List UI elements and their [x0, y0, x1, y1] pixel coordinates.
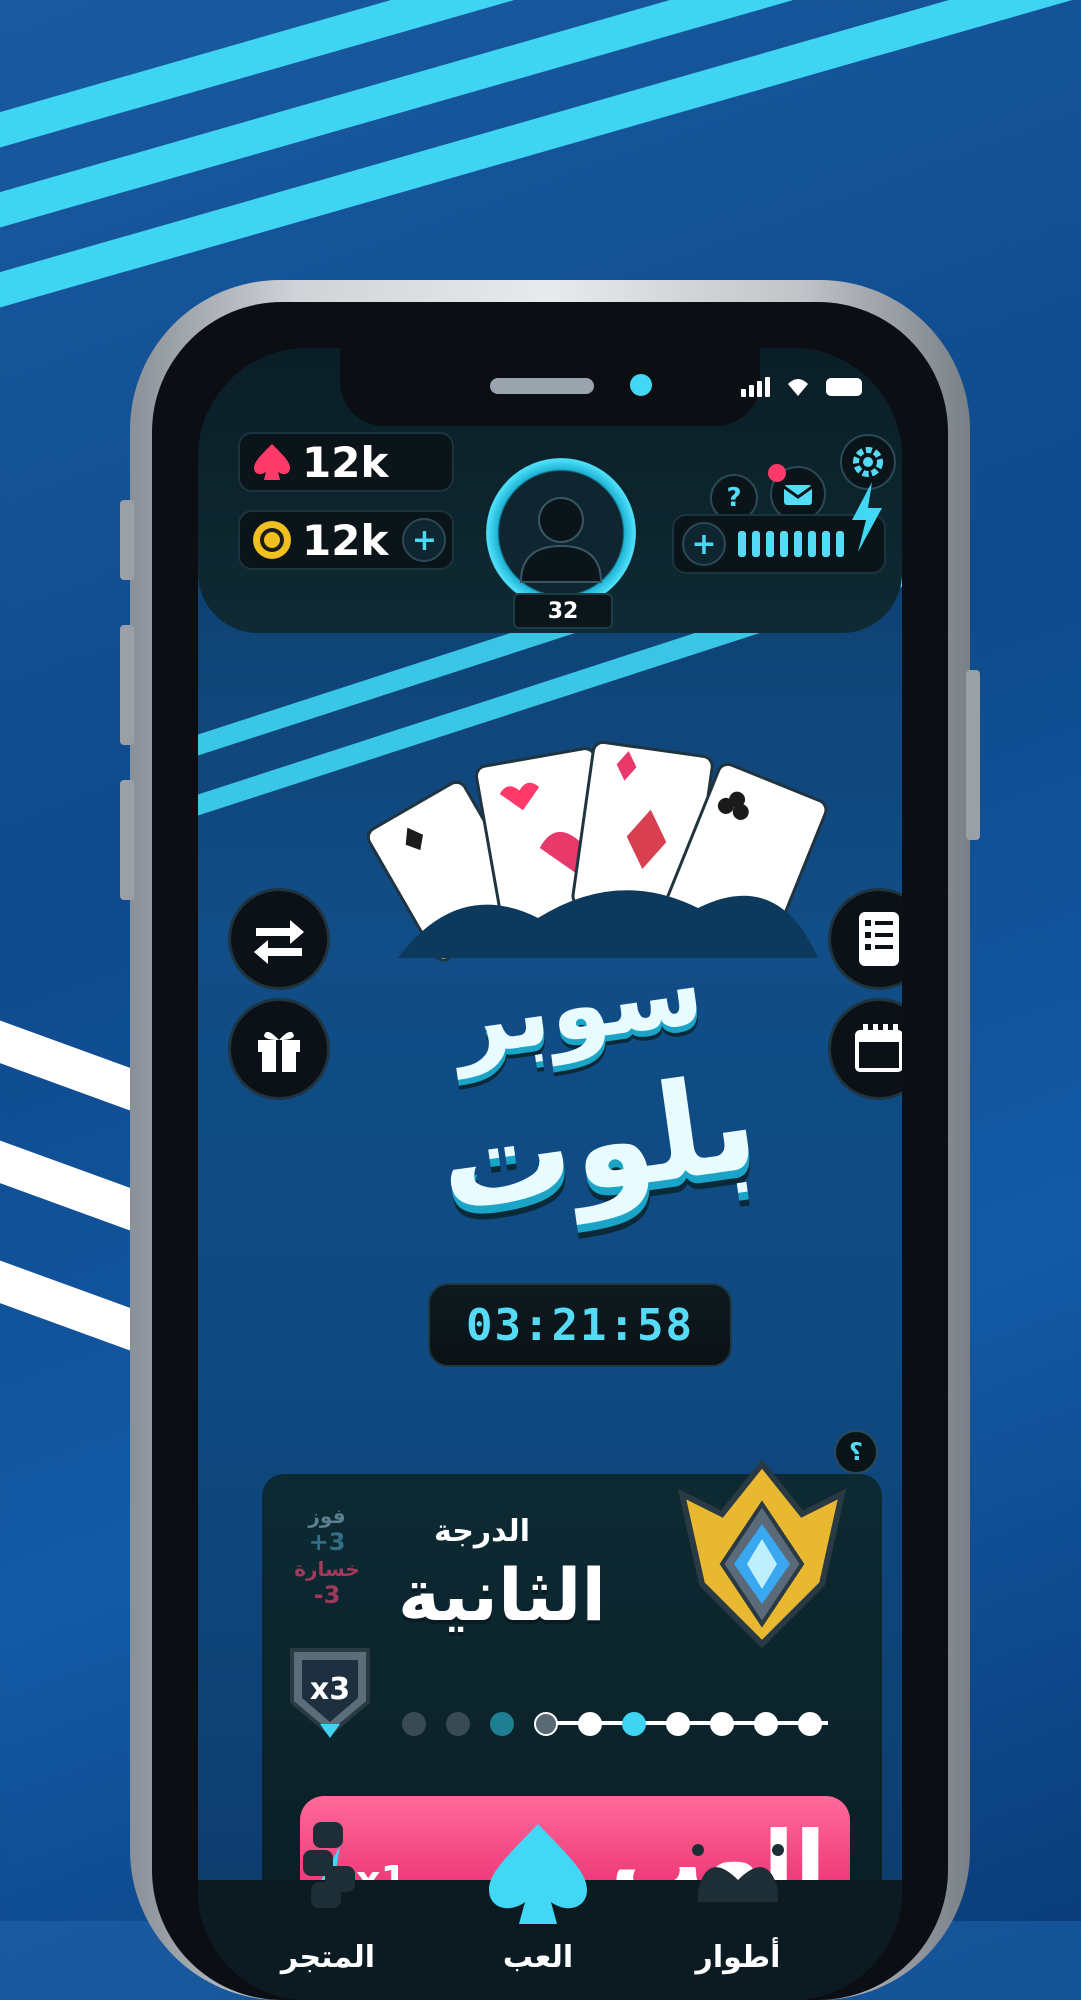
rank-name: الثانية: [397, 1553, 607, 1637]
game-logo: سوبر بلوت: [338, 728, 878, 1248]
nav-play[interactable]: العب: [438, 1820, 638, 2000]
rank-title: الدرجة: [434, 1514, 530, 1549]
exchange-arrows-icon: [254, 920, 304, 964]
phone-notch: [340, 348, 760, 426]
rank-emblem-icon: [677, 1459, 847, 1649]
mail-icon: [783, 485, 813, 505]
user-silhouette-icon: [519, 497, 603, 583]
nav-modes[interactable]: أطوار: [668, 1820, 808, 2000]
progress-dot: [798, 1712, 822, 1736]
progress-dot: [666, 1712, 690, 1736]
phone-side-button: [120, 500, 134, 580]
add-coins-button[interactable]: +: [402, 518, 447, 562]
notification-dot: [768, 464, 786, 482]
progress-dot: [622, 1712, 646, 1736]
nav-shop[interactable]: المتجر: [258, 1820, 398, 2000]
energy-bar: +: [672, 482, 886, 574]
lightning-icon: [852, 482, 882, 552]
loss-label: خسارة: [294, 1556, 360, 1581]
progress-dot: [578, 1712, 602, 1736]
phone-bezel: 12k 12k + 32 ? + سوبر بلوت 03:21:58 ؟ فو…: [152, 302, 948, 2000]
battery-icon: [826, 378, 862, 396]
progress-dot: [754, 1712, 778, 1736]
phone-frame: 12k 12k + 32 ? + سوبر بلوت 03:21:58 ؟ فو…: [120, 280, 980, 2000]
win-label: فوز: [308, 1504, 346, 1528]
jester-hat-icon: [692, 1844, 784, 1902]
coin-balance-pill: 12k +: [238, 510, 454, 570]
event-timer: 03:21:58: [428, 1283, 732, 1367]
logo-text-line2: بلوت: [429, 1045, 767, 1243]
speaker: [490, 378, 594, 394]
avatar[interactable]: [486, 458, 636, 608]
gear-icon: [853, 447, 883, 477]
player-level-badge: 32: [513, 593, 613, 629]
progress-dot: [490, 1712, 514, 1736]
rank-stats: فوز +3 خسارة -3: [292, 1504, 362, 1610]
phone-side-button: [966, 670, 980, 840]
spade-balance-value: 12k: [302, 437, 389, 487]
spade-icon: [254, 444, 290, 480]
spade-balance-pill: 12k: [238, 432, 454, 492]
app-screen: 12k 12k + 32 ? + سوبر بلوت 03:21:58 ؟ فو…: [198, 348, 902, 2000]
progress-dot: [534, 1712, 558, 1736]
add-energy-button[interactable]: +: [682, 522, 726, 566]
nav-modes-label: أطوار: [695, 1940, 781, 1975]
coin-balance-value: 12k: [302, 515, 389, 565]
win-value: +3: [308, 1528, 346, 1556]
energy-meter: [738, 531, 844, 557]
nav-play-label: العب: [502, 1940, 574, 1975]
progress-dot: [402, 1712, 426, 1736]
transfer-button[interactable]: [228, 888, 330, 990]
bottom-nav: المتجر العب أطوار: [198, 1822, 902, 2000]
progress-dot: [446, 1712, 470, 1736]
gift-button[interactable]: [228, 998, 330, 1100]
progress-dot: [710, 1712, 734, 1736]
coin-icon: [253, 521, 291, 559]
spade-icon: [489, 1824, 587, 1924]
nav-shop-label: المتجر: [280, 1940, 376, 1975]
status-bar: [741, 376, 862, 398]
rank-progress: [402, 1708, 842, 1738]
gift-icon: [258, 1031, 300, 1072]
multiplier-label: x3: [309, 1672, 351, 1707]
phone-side-button: [120, 780, 134, 900]
phone-side-button: [120, 625, 134, 745]
chips-stack-icon: [303, 1822, 355, 1908]
wifi-icon: [788, 379, 808, 396]
camera: [630, 374, 652, 396]
loss-value: -3: [313, 1580, 341, 1609]
signal-icon: [741, 377, 770, 397]
